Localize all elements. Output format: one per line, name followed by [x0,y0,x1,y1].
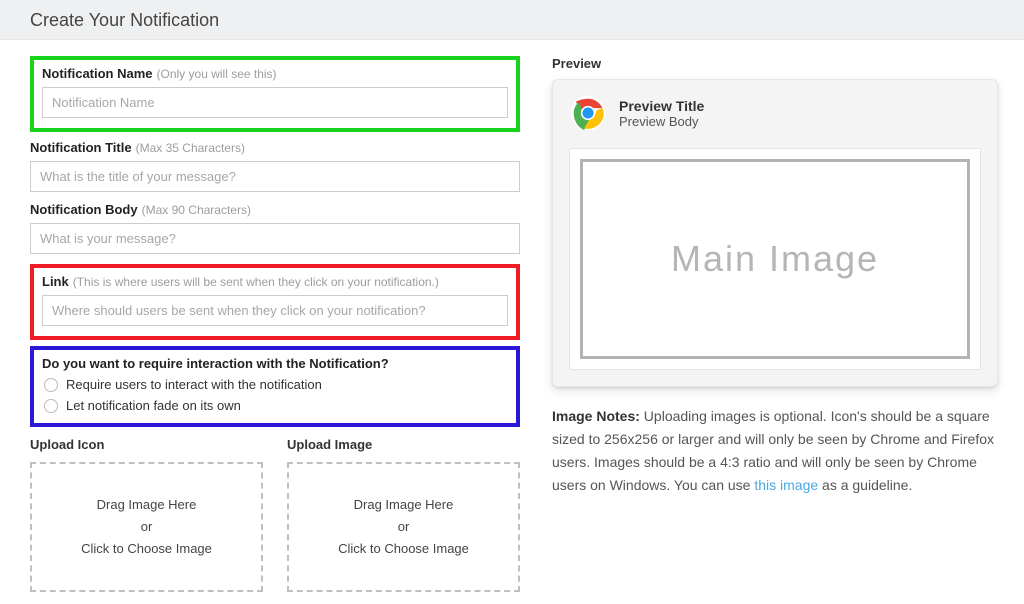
dropzone-or-text: or [398,516,410,538]
content-wrap: Notification Name(Only you will see this… [0,40,1024,604]
body-label: Notification Body(Max 90 Characters) [30,202,520,217]
upload-image-label: Upload Image [287,437,520,452]
title-field: Notification Title(Max 35 Characters) [30,140,520,192]
radio-icon [44,399,58,413]
page-title: Create Your Notification [0,0,1024,40]
link-input[interactable] [42,295,508,326]
upload-image-dropzone[interactable]: Drag Image Here or Click to Choose Image [287,462,520,592]
preview-column: Preview Preview Title Preview Body Main … [552,56,1006,592]
name-label: Notification Name(Only you will see this… [42,66,508,81]
preview-card: Preview Title Preview Body Main Image [552,79,998,387]
upload-icon-dropzone[interactable]: Drag Image Here or Click to Choose Image [30,462,263,592]
form-column: Notification Name(Only you will see this… [30,56,520,592]
interaction-option-label: Require users to interact with the notif… [66,377,322,392]
interaction-question: Do you want to require interaction with … [42,356,508,371]
dropzone-or-text: or [141,516,153,538]
preview-heading: Preview [552,56,998,71]
highlight-interaction-box: Do you want to require interaction with … [30,346,520,427]
preview-main-image-placeholder: Main Image [580,159,970,359]
highlight-name-box: Notification Name(Only you will see this… [30,56,520,132]
preview-main-image-frame: Main Image [569,148,981,370]
name-input[interactable] [42,87,508,118]
dropzone-drag-text: Drag Image Here [97,494,197,516]
image-notes: Image Notes: Uploading images is optiona… [552,405,998,497]
image-notes-text-2: as a guideline. [818,477,912,493]
interaction-option-fade[interactable]: Let notification fade on its own [44,398,508,413]
chrome-icon [569,94,607,132]
upload-image-col: Upload Image Drag Image Here or Click to… [287,437,520,592]
upload-row: Upload Icon Drag Image Here or Click to … [30,437,520,592]
preview-title: Preview Title [619,98,704,114]
image-notes-lead: Image Notes: [552,408,640,424]
link-label: Link(This is where users will be sent wh… [42,274,508,289]
interaction-option-label: Let notification fade on its own [66,398,241,413]
radio-icon [44,378,58,392]
body-input[interactable] [30,223,520,254]
preview-body: Preview Body [619,114,704,129]
title-input[interactable] [30,161,520,192]
title-label: Notification Title(Max 35 Characters) [30,140,520,155]
interaction-option-require[interactable]: Require users to interact with the notif… [44,377,508,392]
highlight-link-box: Link(This is where users will be sent wh… [30,264,520,340]
upload-icon-label: Upload Icon [30,437,263,452]
dropzone-click-text: Click to Choose Image [338,538,469,560]
dropzone-drag-text: Drag Image Here [354,494,454,516]
image-notes-link[interactable]: this image [754,477,818,493]
preview-header: Preview Title Preview Body [569,94,981,132]
body-field: Notification Body(Max 90 Characters) [30,202,520,254]
upload-icon-col: Upload Icon Drag Image Here or Click to … [30,437,263,592]
dropzone-click-text: Click to Choose Image [81,538,212,560]
